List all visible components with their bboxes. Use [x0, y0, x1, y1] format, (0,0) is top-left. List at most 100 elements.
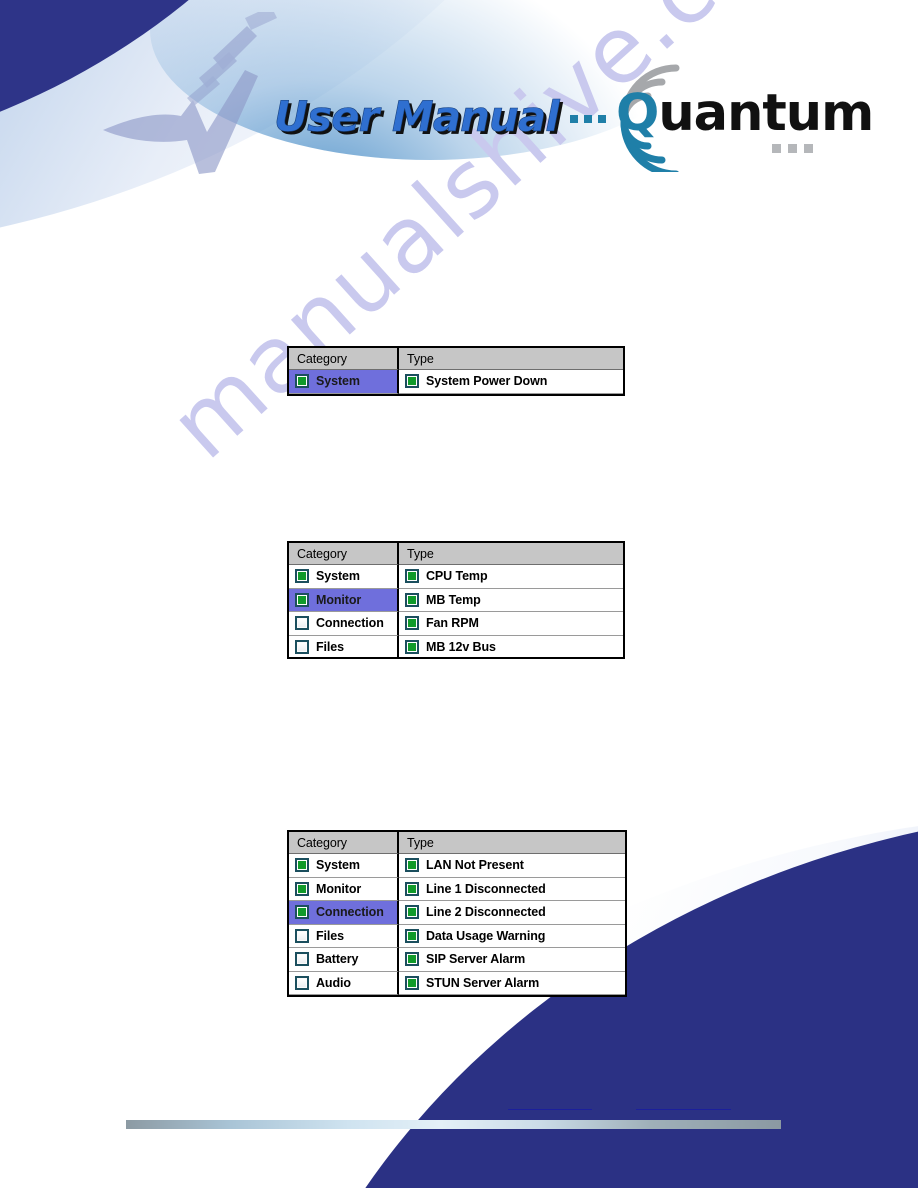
- status-chip-icon: [405, 374, 419, 389]
- type-cell-fan-rpm[interactable]: Fan RPM: [399, 612, 623, 636]
- status-chip-icon: [405, 592, 419, 607]
- type-label: System Power Down: [426, 374, 548, 389]
- type-label: Line 2 Disconnected: [426, 905, 546, 920]
- status-chip-icon: [405, 881, 419, 896]
- column-header-category-label: Category: [297, 546, 347, 561]
- status-chip-icon: [405, 905, 419, 920]
- table-row[interactable]: Monitor Line 1 Disconnected: [289, 877, 625, 901]
- type-cell-system-power-down[interactable]: System Power Down: [399, 370, 623, 394]
- type-label: STUN Server Alarm: [426, 975, 540, 990]
- table-row[interactable]: System System Power Down: [289, 370, 623, 394]
- status-chip-icon: [405, 569, 419, 584]
- table-header-row: Category Type: [289, 348, 623, 370]
- type-label: LAN Not Present: [426, 858, 524, 873]
- table-header-row: Category Type: [289, 832, 625, 854]
- category-label: Audio: [316, 975, 351, 990]
- table-row[interactable]: Connection Line 2 Disconnected: [289, 901, 625, 925]
- system-alarms-table: Category Type System System Power Down: [287, 346, 625, 396]
- type-cell-data-usage-warning[interactable]: Data Usage Warning: [399, 924, 625, 948]
- type-cell-lan-not-present[interactable]: LAN Not Present: [399, 854, 625, 878]
- type-label: MB Temp: [426, 592, 481, 607]
- category-label: Connection: [316, 616, 384, 631]
- page-header: User Manual Quantum: [0, 0, 918, 210]
- column-header-type: Type: [399, 832, 625, 854]
- type-cell-line-1-disconnected[interactable]: Line 1 Disconnected: [399, 877, 625, 901]
- table-row[interactable]: System CPU Temp: [289, 565, 623, 589]
- category-cell-connection[interactable]: Connection: [289, 612, 399, 636]
- column-header-type: Type: [399, 543, 623, 565]
- status-chip-icon: [405, 952, 419, 967]
- status-chip-icon: [405, 616, 419, 631]
- footer-links: [508, 1098, 768, 1112]
- category-label: Connection: [316, 905, 384, 920]
- type-cell-sip-server-alarm[interactable]: SIP Server Alarm: [399, 948, 625, 972]
- column-header-type-label: Type: [407, 546, 434, 561]
- status-chip-icon: [295, 975, 309, 990]
- status-chip-icon: [405, 975, 419, 990]
- category-cell-audio[interactable]: Audio: [289, 971, 399, 995]
- type-label: Fan RPM: [426, 616, 479, 631]
- status-chip-icon: [405, 639, 419, 654]
- status-chip-icon: [295, 928, 309, 943]
- category-cell-monitor[interactable]: Monitor: [289, 877, 399, 901]
- status-chip-icon: [295, 569, 309, 584]
- column-header-type: Type: [399, 348, 623, 370]
- column-header-category-label: Category: [297, 351, 347, 366]
- category-cell-system[interactable]: System: [289, 854, 399, 878]
- table-row[interactable]: Files MB 12v Bus: [289, 635, 623, 657]
- category-cell-system[interactable]: System: [289, 370, 399, 394]
- status-chip-icon: [405, 858, 419, 873]
- status-chip-icon: [295, 639, 309, 654]
- quantum-logo: Quantum: [566, 62, 874, 178]
- footer-link-1[interactable]: [508, 1098, 592, 1110]
- page-title: User Manual: [274, 92, 560, 142]
- table-row[interactable]: Connection Fan RPM: [289, 612, 623, 636]
- category-cell-files[interactable]: Files: [289, 924, 399, 948]
- logo-letter-q: Q: [616, 84, 659, 143]
- type-label: SIP Server Alarm: [426, 952, 526, 967]
- category-label: System: [316, 374, 360, 389]
- status-chip-icon: [295, 592, 309, 607]
- table-row[interactable]: Battery SIP Server Alarm: [289, 948, 625, 972]
- category-label: Files: [316, 928, 344, 943]
- type-cell-cpu-temp[interactable]: CPU Temp: [399, 565, 623, 589]
- type-label: CPU Temp: [426, 569, 488, 584]
- category-label: System: [316, 569, 360, 584]
- footer-gradient-rule: [126, 1120, 781, 1129]
- type-label: Line 1 Disconnected: [426, 881, 546, 896]
- column-header-type-label: Type: [407, 835, 434, 850]
- table-row[interactable]: Files Data Usage Warning: [289, 924, 625, 948]
- column-header-category: Category: [289, 543, 399, 565]
- connection-alarms-table: Category Type System LAN Not Present Mon…: [287, 830, 627, 997]
- status-chip-icon: [295, 374, 309, 389]
- table-row[interactable]: System LAN Not Present: [289, 854, 625, 878]
- column-header-category-label: Category: [297, 835, 347, 850]
- table-row[interactable]: Audio STUN Server Alarm: [289, 971, 625, 995]
- monitor-alarms-table: Category Type System CPU Temp Monitor MB…: [287, 541, 625, 659]
- status-chip-icon: [405, 928, 419, 943]
- type-cell-stun-server-alarm[interactable]: STUN Server Alarm: [399, 971, 625, 995]
- category-label: Monitor: [316, 881, 362, 896]
- category-cell-system[interactable]: System: [289, 565, 399, 589]
- table-row[interactable]: Monitor MB Temp: [289, 588, 623, 612]
- status-chip-icon: [295, 616, 309, 631]
- footer-link-2[interactable]: [636, 1098, 731, 1110]
- category-cell-connection[interactable]: Connection: [289, 901, 399, 925]
- type-cell-mb-temp[interactable]: MB Temp: [399, 588, 623, 612]
- table-header-row: Category Type: [289, 543, 623, 565]
- category-label: Battery: [316, 952, 359, 967]
- column-header-category: Category: [289, 832, 399, 854]
- category-cell-monitor[interactable]: Monitor: [289, 588, 399, 612]
- type-label: MB 12v Bus: [426, 639, 496, 654]
- category-cell-files[interactable]: Files: [289, 635, 399, 657]
- status-chip-icon: [295, 952, 309, 967]
- type-cell-mb-12v-bus[interactable]: MB 12v Bus: [399, 635, 623, 657]
- column-header-category: Category: [289, 348, 399, 370]
- type-label: Data Usage Warning: [426, 928, 546, 943]
- category-label: System: [316, 858, 360, 873]
- quantum-logo-wordmark: Quantum: [616, 88, 874, 139]
- status-chip-icon: [295, 881, 309, 896]
- column-header-type-label: Type: [407, 351, 434, 366]
- type-cell-line-2-disconnected[interactable]: Line 2 Disconnected: [399, 901, 625, 925]
- category-cell-battery[interactable]: Battery: [289, 948, 399, 972]
